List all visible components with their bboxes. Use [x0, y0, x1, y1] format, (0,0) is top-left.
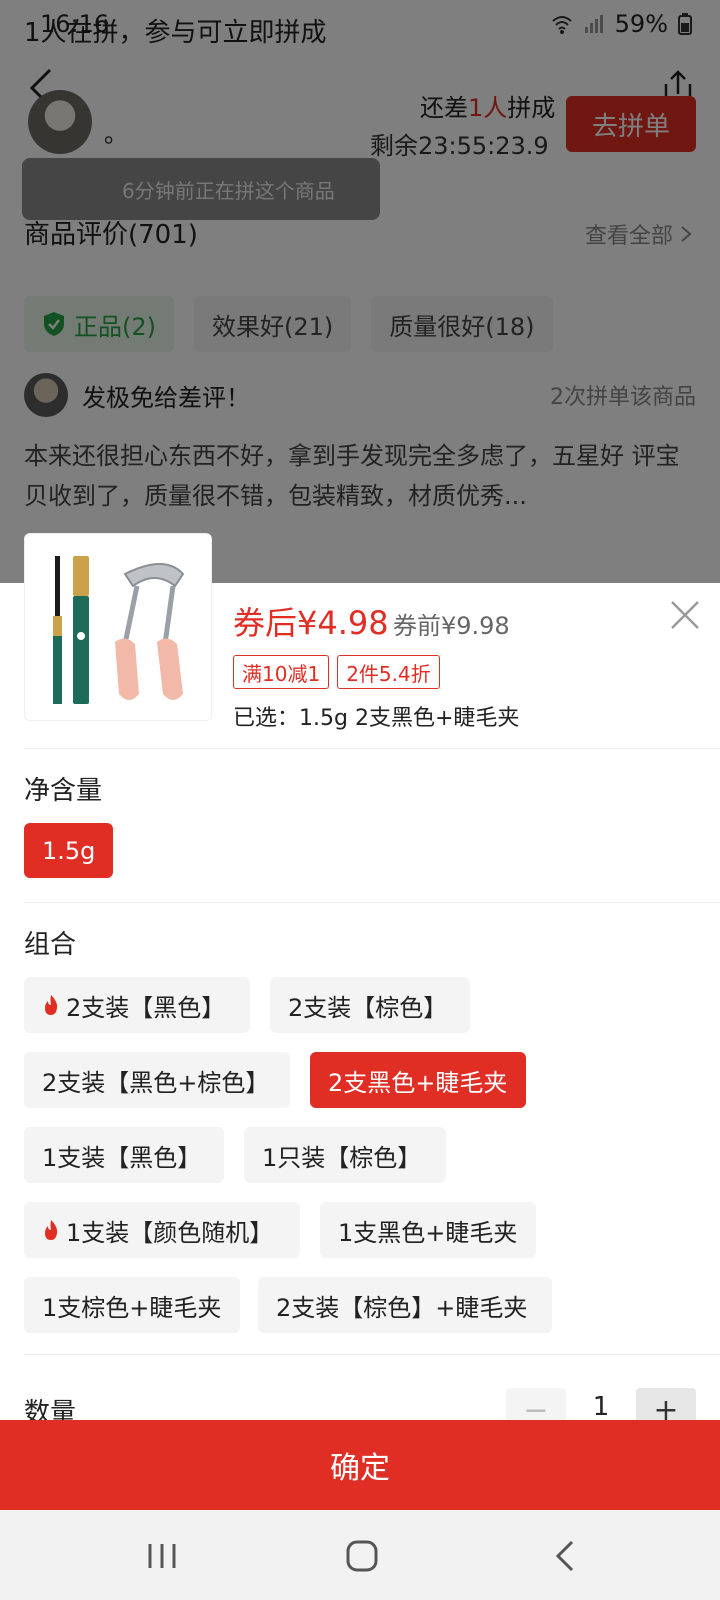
fire-icon: [45, 1220, 58, 1240]
option-combo[interactable]: 2支装【黑色+棕色】: [24, 1052, 290, 1108]
price-before-coupon: 券前¥9.98: [393, 612, 510, 640]
confirm-button[interactable]: 确定: [0, 1420, 720, 1510]
option-label: 2支装【黑色】: [66, 993, 226, 1022]
selected-spec-text: 已选：1.5g 2支黑色+睫毛夹: [233, 706, 520, 731]
divider: [24, 1354, 720, 1355]
product-thumbnail: [24, 533, 212, 721]
nav-recent-icon[interactable]: [140, 1534, 184, 1578]
promo-tag: 2件5.4折: [337, 655, 440, 689]
option-label: 1支装【颜色随机】: [66, 1218, 274, 1247]
fire-icon: [45, 995, 58, 1015]
promo-tags: 满10减1 2件5.4折: [233, 655, 440, 689]
system-nav-bar: [0, 1510, 720, 1600]
product-page-background: 16:16 59% 1人在拼，参与可立即拼成 。 还差1人拼成 剩余23:55:…: [0, 0, 720, 600]
option-combo[interactable]: 1支黑色+睫毛夹: [320, 1202, 536, 1258]
quantity-value[interactable]: 1: [586, 1392, 616, 1422]
option-combo[interactable]: 1支装【黑色】: [24, 1127, 224, 1183]
net-content-title: 净含量: [24, 776, 103, 806]
divider: [24, 902, 720, 903]
nav-back-icon[interactable]: [544, 1534, 588, 1578]
product-image: [25, 534, 211, 720]
close-icon[interactable]: [668, 598, 702, 632]
price-after-coupon: 券后¥4.98: [233, 604, 389, 642]
option-combo[interactable]: 2支装【黑色】: [24, 977, 250, 1033]
nav-home-icon[interactable]: [340, 1534, 384, 1578]
option-combo[interactable]: 1支棕色+睫毛夹: [24, 1277, 240, 1333]
divider: [24, 748, 720, 749]
option-combo[interactable]: 1支装【颜色随机】: [24, 1202, 300, 1258]
option-combo[interactable]: 1只装【棕色】: [244, 1127, 446, 1183]
promo-tag: 满10减1: [233, 655, 330, 689]
modal-overlay[interactable]: [0, 0, 720, 600]
option-combo[interactable]: 2支装【棕色】+睫毛夹: [258, 1277, 552, 1333]
option-combo[interactable]: 2支装【棕色】: [270, 977, 470, 1033]
option-net-content-1-5g[interactable]: 1.5g: [24, 823, 114, 878]
option-combo-selected[interactable]: 2支黑色+睫毛夹: [310, 1052, 526, 1108]
combo-title: 组合: [24, 930, 77, 960]
